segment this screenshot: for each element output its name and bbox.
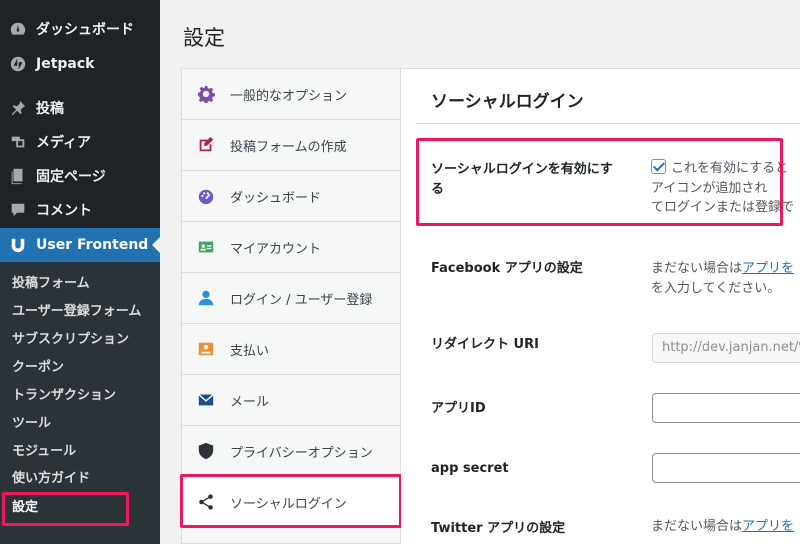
media-icon: [0, 125, 36, 159]
comment-icon: [0, 193, 36, 227]
page-title: 設定: [183, 26, 225, 50]
menu-label: メディア: [36, 135, 92, 151]
payment-icon: [182, 340, 230, 358]
nav-my-account[interactable]: マイアカウント: [182, 222, 400, 273]
facebook-desc-text: まだない場合は: [651, 261, 743, 276]
pin-icon: [0, 91, 36, 125]
section-divider: [415, 123, 800, 124]
twitter-desc-line1: まだない場合はアプリを: [651, 517, 794, 537]
facebook-settings-label: Facebook アプリの設定: [431, 261, 583, 276]
shield-icon: [182, 442, 230, 460]
submenu-post-forms[interactable]: 投稿フォーム: [12, 272, 90, 296]
facebook-desc-line2: を入力してください。: [651, 281, 781, 296]
nav-label: 支払い: [230, 343, 270, 359]
menu-jetpack[interactable]: Jetpack: [0, 47, 160, 81]
jetpack-icon: [0, 47, 36, 81]
nav-mail[interactable]: メール: [182, 375, 400, 426]
nav-label: 一般的なオプション: [230, 88, 348, 104]
app-secret-label: app secret: [431, 461, 509, 476]
menu-pages[interactable]: 固定ページ: [0, 159, 160, 193]
submenu-registration-forms[interactable]: ユーザー登録フォーム: [12, 300, 141, 324]
submenu-tools[interactable]: ツール: [12, 412, 51, 436]
submenu-transactions[interactable]: トランザクション: [12, 384, 116, 408]
settings-highlight-box: [2, 492, 129, 526]
id-card-icon: [182, 238, 230, 256]
admin-sidebar: ダッシュボード Jetpack 投稿 メディア 固定ページ コメント User …: [0, 0, 160, 544]
nav-post-form-creation[interactable]: 投稿フォームの作成: [182, 120, 400, 171]
twitter-settings-label: Twitter アプリの設定: [431, 521, 566, 536]
enable-social-login-highlight-box: [416, 138, 783, 226]
submenu-coupons[interactable]: クーポン: [12, 356, 64, 380]
page-icon: [0, 159, 36, 193]
menu-posts[interactable]: 投稿: [0, 91, 160, 125]
nav-label: メール: [230, 394, 270, 410]
social-login-highlight-box: [180, 474, 402, 528]
menu-label: Jetpack: [36, 56, 95, 72]
menu-label: コメント: [36, 203, 92, 219]
nav-login-registration[interactable]: ログイン / ユーザー登録: [182, 273, 400, 324]
facebook-desc-line1: まだない場合はアプリを: [651, 259, 794, 279]
nav-label: マイアカウント: [230, 241, 322, 257]
submenu-modules[interactable]: モジュール: [12, 440, 76, 464]
nav-general-options[interactable]: 一般的なオプション: [182, 69, 400, 120]
menu-media[interactable]: メディア: [0, 125, 160, 159]
menu-user-frontend[interactable]: User Frontend: [0, 228, 160, 262]
app-id-label: アプリID: [431, 401, 486, 416]
dashboard-gauge-icon: [182, 187, 230, 205]
section-title: ソーシャルログイン: [431, 92, 584, 112]
menu-label: 投稿: [36, 101, 64, 117]
menu-dashboard[interactable]: ダッシュボード: [0, 12, 160, 46]
nav-dashboard[interactable]: ダッシュボード: [182, 171, 400, 222]
submenu-help[interactable]: 使い方ガイド: [12, 467, 90, 491]
user-icon: [182, 289, 230, 307]
gear-icon: [182, 85, 230, 103]
nav-label: ログイン / ユーザー登録: [230, 292, 373, 308]
nav-label: ダッシュボード: [230, 190, 322, 206]
facebook-app-link[interactable]: アプリを: [742, 261, 794, 276]
menu-label: ダッシュボード: [36, 22, 134, 38]
app-id-input[interactable]: [652, 393, 800, 423]
submenu-subscriptions[interactable]: サブスクリプション: [12, 328, 129, 352]
dashboard-icon: [0, 12, 36, 46]
user-frontend-icon: [0, 228, 36, 262]
redirect-uri-field[interactable]: http://dev.janjan.net/%: [652, 333, 800, 363]
mail-icon: [182, 391, 230, 409]
menu-comments[interactable]: コメント: [0, 193, 160, 227]
nav-payment[interactable]: 支払い: [182, 324, 400, 375]
twitter-desc-text: まだない場合は: [651, 519, 743, 534]
menu-label: 固定ページ: [36, 169, 106, 185]
redirect-uri-label: リダイレクト URI: [431, 337, 539, 352]
edit-icon: [182, 136, 230, 154]
settings-nav: 一般的なオプション 投稿フォームの作成 ダッシュボード マイアカウント ログイン…: [181, 68, 401, 544]
app-secret-input[interactable]: [652, 453, 800, 483]
twitter-app-link[interactable]: アプリを: [742, 519, 794, 534]
menu-label: User Frontend: [36, 237, 149, 253]
nav-label: プライバシーオプション: [230, 445, 373, 461]
nav-privacy-options[interactable]: プライバシーオプション: [182, 426, 400, 477]
nav-label: 投稿フォームの作成: [230, 139, 347, 155]
